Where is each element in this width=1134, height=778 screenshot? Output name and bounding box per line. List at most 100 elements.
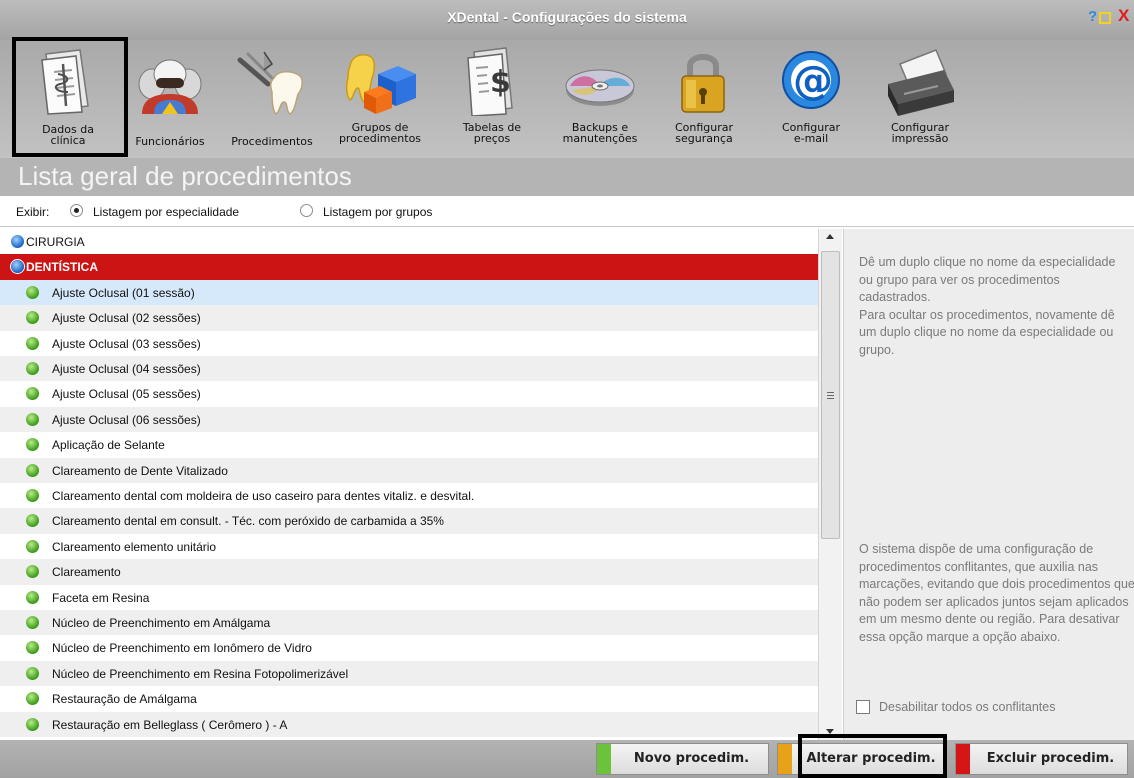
backup-disc-icon	[565, 69, 635, 106]
radio-label: Listagem por especialidade	[93, 205, 240, 219]
dental-tools-icon	[237, 51, 303, 115]
list-scrollbar[interactable]	[818, 229, 842, 740]
row-label: Ajuste Oclusal (02 sessões)	[52, 311, 201, 326]
procedure-row[interactable]: Clareamento dental com moldeira de uso c…	[0, 483, 818, 508]
blue-bullet-icon	[11, 260, 24, 274]
green-bullet-icon	[26, 616, 39, 629]
orange-indicator-icon	[778, 744, 792, 774]
toolbar-configurar-seguranca[interactable]: Configurar segurança	[664, 40, 744, 152]
toolbar-grupos-procedimentos[interactable]: Grupos de procedimentos	[330, 40, 430, 152]
padlock-icon	[681, 54, 725, 113]
new-procedure-button[interactable]: Novo procedim.	[596, 743, 769, 775]
maximize-icon[interactable]	[1099, 12, 1111, 24]
toolbar-tabelas-precos[interactable]: $ Tabelas de preços	[452, 40, 532, 152]
specialty-row[interactable]: DENTÍSTICA	[0, 254, 818, 280]
green-bullet-icon	[26, 336, 39, 350]
blue-bullet-icon	[11, 235, 24, 248]
toolbar-backups-manutencoes[interactable]: Backups e manutenções	[555, 40, 645, 152]
toolbar-label: Configurar segurança	[674, 121, 734, 145]
radio-listagem-grupos[interactable]	[300, 204, 313, 217]
green-bullet-icon	[26, 692, 39, 706]
toolbar-funcionarios[interactable]: Funcionários	[132, 40, 208, 152]
svg-text:@: @	[793, 58, 833, 104]
procedure-row[interactable]: Clareamento de Dente Vitalizado	[0, 457, 818, 483]
row-label: Aplicação de Selante	[52, 438, 165, 453]
page-title: Lista geral de procedimentos	[0, 158, 1134, 196]
procedure-row[interactable]: Faceta em Resina	[0, 585, 818, 610]
row-label: Clareamento elemento unitário	[52, 539, 217, 554]
row-label: Restauração de Amálgama	[52, 692, 197, 707]
procedure-row[interactable]: Aplicação de Selante	[0, 432, 818, 457]
procedure-row[interactable]: Ajuste Oclusal (04 sessões)	[0, 356, 818, 382]
scroll-up-arrow-icon[interactable]	[826, 234, 834, 239]
row-label: Clareamento	[52, 565, 121, 580]
procedure-row[interactable]: Clareamento	[0, 559, 818, 585]
row-label: CIRURGIA	[26, 235, 85, 249]
svg-text:$: $	[490, 65, 511, 100]
checkbox-label: Desabilitar todos os conflitantes	[879, 700, 1056, 714]
procedure-row[interactable]: Ajuste Oclusal (06 sessões)	[0, 406, 818, 433]
row-label: Ajuste Oclusal (04 sessões)	[52, 362, 201, 376]
procedure-row[interactable]: Ajuste Oclusal (05 sessões)	[0, 381, 818, 406]
toolbar-configurar-impressao[interactable]: Configurar impressão	[880, 40, 960, 152]
selection-highlight	[798, 734, 947, 778]
help-panel: Dê um duplo clique no nome da especialid…	[843, 229, 1134, 740]
row-label: Clareamento dental com moldeira de uso c…	[52, 489, 475, 503]
toolbar-label: Backups e manutenções	[562, 121, 638, 145]
radio-listagem-especialidade[interactable]	[70, 204, 83, 217]
procedure-row[interactable]: Clareamento elemento unitário	[0, 534, 818, 559]
green-bullet-icon	[26, 362, 39, 375]
help-text-conflicts: O sistema dispõe de uma configuração de …	[859, 542, 1134, 644]
procedure-list: CIRURGIA DENTÍSTICA Ajuste Oclusal (01 ses…	[0, 229, 818, 740]
disable-conflicts-option[interactable]: Desabilitar todos os conflitantes	[856, 699, 1132, 717]
button-label: Novo procedim.	[633, 751, 750, 766]
row-label: Ajuste Oclusal (06 sessões)	[52, 412, 201, 427]
selection-highlight	[12, 37, 128, 157]
procedure-groups-icon	[345, 53, 416, 114]
toolbar-label: Procedimentos	[231, 135, 313, 148]
row-label: Núcleo de Preenchimento em Resina Fotopo…	[52, 666, 349, 681]
procedure-row[interactable]: Ajuste Oclusal (02 sessões)	[0, 305, 818, 331]
green-bullet-icon	[26, 412, 39, 426]
green-bullet-icon	[26, 463, 39, 477]
delete-procedure-button[interactable]: Excluir procedim.	[955, 743, 1128, 775]
green-bullet-icon	[26, 666, 39, 680]
procedure-row[interactable]: Núcleo de Preenchimento em Resina Fotopo…	[0, 660, 818, 687]
procedure-row[interactable]: Ajuste Oclusal (03 sessões)	[0, 331, 818, 356]
printer-icon	[888, 49, 954, 116]
row-label: Ajuste Oclusal (03 sessões)	[52, 336, 201, 351]
row-label: Restauração em Belleglass ( Cerômero ) -…	[52, 717, 288, 732]
procedure-row[interactable]: Núcleo de Preenchimento em Ionômero de V…	[0, 635, 818, 660]
green-bullet-icon	[26, 311, 39, 325]
toolbar-procedimentos[interactable]: Procedimentos	[222, 40, 322, 152]
green-bullet-icon	[26, 438, 39, 452]
procedure-row[interactable]: Restauração de Amálgama	[0, 686, 818, 711]
specialty-row[interactable]: CIRURGIA	[0, 229, 818, 254]
filter-label: Exibir:	[16, 205, 50, 219]
green-bullet-icon	[26, 565, 39, 579]
button-label: Excluir procedim.	[986, 751, 1115, 766]
green-bullet-icon	[26, 590, 39, 604]
filter-bar: Exibir: Listagem por especialidade Lista…	[0, 196, 1134, 227]
disable-conflicts-checkbox[interactable]	[856, 700, 870, 714]
procedure-row[interactable]: Clareamento dental em consult. - Téc. co…	[0, 508, 818, 534]
close-icon[interactable]: X	[1118, 6, 1129, 26]
scroll-thumb[interactable]	[821, 251, 840, 539]
green-bullet-icon	[26, 387, 39, 401]
grip-icon	[827, 392, 834, 399]
procedure-row[interactable]: Núcleo de Preenchimento em Amálgama	[0, 610, 818, 636]
toolbar-label: Configurar impressão	[890, 121, 950, 145]
toolbar-configurar-email[interactable]: @ Configurar e-mail	[771, 40, 851, 152]
radio-label: Listagem por grupos	[323, 205, 433, 219]
red-indicator-icon	[956, 744, 970, 774]
help-text-double-click: Dê um duplo clique no nome da especialid…	[859, 255, 1116, 357]
green-indicator-icon	[597, 744, 611, 774]
green-bullet-icon	[26, 514, 39, 528]
green-bullet-icon	[26, 489, 39, 502]
procedure-row[interactable]: Restauração em Belleglass ( Cerômero ) -…	[0, 711, 818, 737]
toolbar-label: Grupos de procedimentos	[338, 121, 422, 145]
toolbar-label: Configurar e-mail	[781, 121, 841, 145]
help-icon[interactable]: ?	[1088, 8, 1097, 25]
green-bullet-icon	[26, 285, 39, 299]
procedure-row[interactable]: Ajuste Oclusal (01 sessão)	[0, 279, 818, 306]
